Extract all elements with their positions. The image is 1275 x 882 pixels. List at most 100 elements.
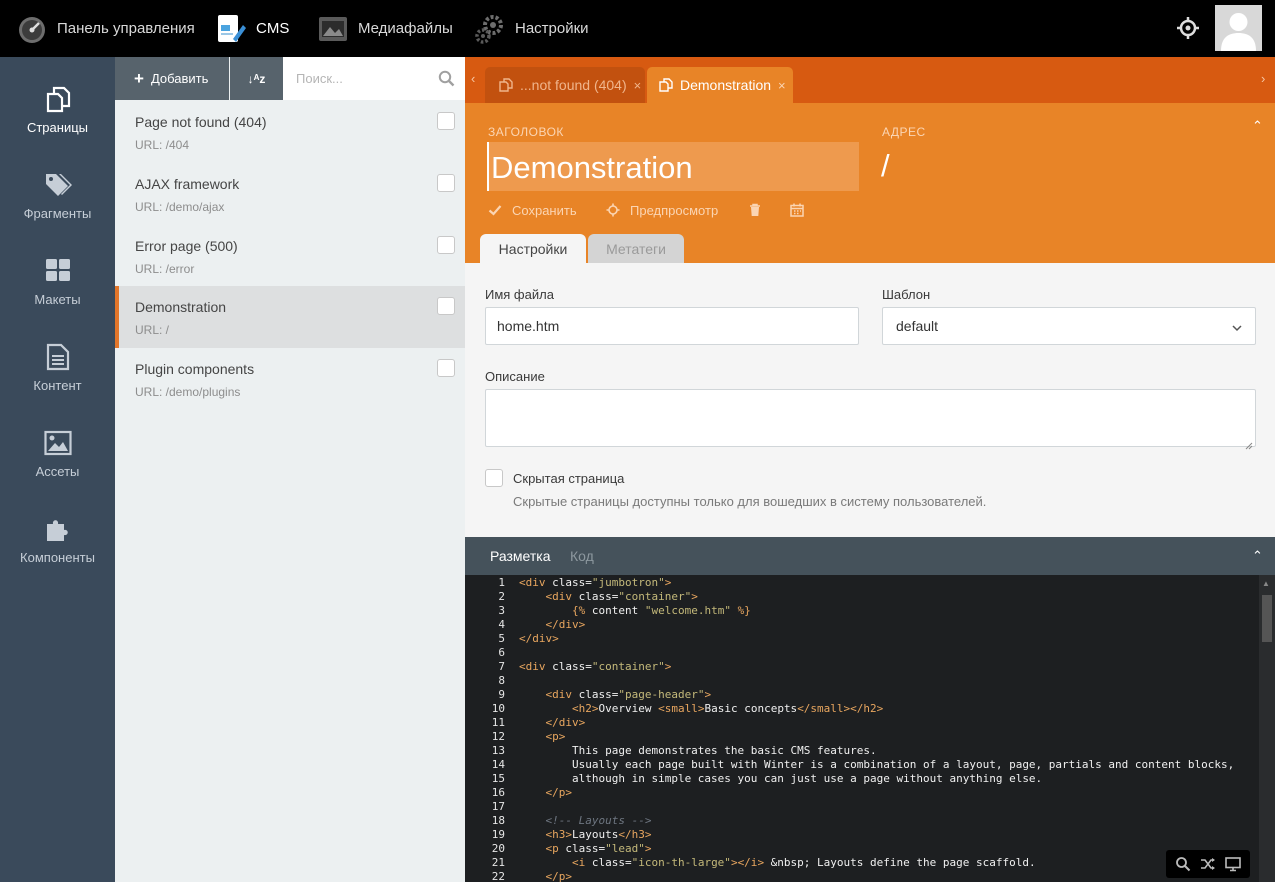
page-list-item-active[interactable]: Demonstration URL: / bbox=[115, 286, 465, 348]
shuffle-icon[interactable] bbox=[1200, 856, 1216, 872]
page-title: Demonstration bbox=[135, 299, 227, 315]
page-list-item[interactable]: Page not found (404) URL: /404 bbox=[115, 101, 465, 163]
sidebar-item-content[interactable]: Контент bbox=[0, 315, 115, 401]
puzzle-icon bbox=[43, 514, 73, 544]
sidebar-item-partials[interactable]: Фрагменты bbox=[0, 143, 115, 229]
layout-select-value: default bbox=[896, 318, 939, 334]
collapse-editor-icon[interactable]: ⌃ bbox=[1252, 548, 1263, 564]
code-line[interactable]: Usually each page built with Winter is a… bbox=[519, 758, 1234, 772]
fullscreen-icon[interactable] bbox=[1225, 856, 1242, 872]
layout-label: Шаблон bbox=[882, 287, 931, 302]
code-line[interactable]: <p class="lead"> bbox=[519, 842, 652, 856]
page-title: Error page (500) bbox=[135, 238, 238, 254]
hidden-page-label[interactable]: Скрытая страница bbox=[513, 471, 624, 486]
tab-code[interactable]: Код bbox=[570, 548, 594, 564]
line-number: 15 bbox=[491, 772, 505, 785]
tab-settings[interactable]: Настройки bbox=[480, 234, 586, 264]
page-url: URL: /404 bbox=[135, 138, 190, 152]
code-line[interactable]: <div class="container"> bbox=[519, 590, 698, 604]
preview-button[interactable]: Предпросмотр bbox=[606, 202, 718, 218]
code-editor[interactable]: 1 2 3 4 5 6 7 8 9 10 11 12 13 14 15 16 17 18 19 20 21 22 <div… bbox=[465, 575, 1275, 882]
layout-select[interactable]: default bbox=[882, 307, 1256, 345]
layouts-icon bbox=[43, 256, 73, 286]
page-select-checkbox[interactable] bbox=[437, 236, 455, 254]
code-line[interactable]: This page demonstrates the basic CMS fea… bbox=[519, 744, 877, 758]
code-line[interactable]: </div> bbox=[519, 632, 559, 646]
page-url: URL: /error bbox=[135, 262, 195, 276]
hidden-page-checkbox[interactable] bbox=[485, 469, 503, 487]
close-icon[interactable]: × bbox=[634, 78, 642, 93]
tab-page-404[interactable]: ...not found (404) × bbox=[485, 67, 645, 103]
description-textarea[interactable] bbox=[485, 389, 1256, 447]
user-avatar-icon[interactable] bbox=[1215, 5, 1262, 51]
nav-cms-label: CMS bbox=[256, 20, 290, 37]
delete-button[interactable] bbox=[748, 202, 772, 218]
sidebar-item-label: Контент bbox=[33, 378, 82, 393]
tab-page-demonstration[interactable]: Demonstration × bbox=[647, 67, 793, 103]
url-input[interactable]: / bbox=[881, 148, 890, 184]
tab-scroll-right-icon[interactable]: › bbox=[1261, 71, 1265, 86]
code-line[interactable]: <p> bbox=[519, 730, 566, 744]
code-line[interactable]: <!-- Layouts --> bbox=[519, 814, 651, 828]
code-line[interactable]: <div class="jumbotron"> bbox=[519, 576, 671, 590]
page-url: URL: /demo/plugins bbox=[135, 385, 241, 399]
sidebar-item-label: Компоненты bbox=[20, 550, 95, 565]
page-select-checkbox[interactable] bbox=[437, 112, 455, 130]
search-icon[interactable] bbox=[438, 70, 455, 87]
sort-button[interactable]: ↓ᴬz bbox=[230, 57, 283, 100]
code-line[interactable]: <i class="icon-th-large"></i> &nbsp; Lay… bbox=[519, 856, 1036, 870]
scroll-up-icon[interactable]: ▲ bbox=[1262, 579, 1270, 588]
tab-markup[interactable]: Разметка bbox=[490, 548, 551, 564]
code-line[interactable]: <div class="container"> bbox=[519, 660, 671, 674]
code-line[interactable]: </div> bbox=[519, 716, 586, 730]
tab-meta[interactable]: Метатеги bbox=[588, 234, 684, 264]
nav-settings[interactable]: Настройки bbox=[474, 0, 589, 57]
page-list-item[interactable]: Plugin components URL: /demo/plugins bbox=[115, 348, 465, 410]
code-line[interactable]: </p> bbox=[519, 870, 573, 882]
schedule-button[interactable] bbox=[790, 202, 814, 218]
page-list-item[interactable]: Error page (500) URL: /error bbox=[115, 225, 465, 287]
code-line[interactable]: <div class="page-header"> bbox=[519, 688, 712, 702]
code-line[interactable]: <h2>Overview <small>Basic concepts</smal… bbox=[519, 702, 883, 716]
sidebar-item-components[interactable]: Компоненты bbox=[0, 487, 115, 573]
line-number: 2 bbox=[498, 590, 505, 603]
code-line[interactable]: <h3>Layouts</h3> bbox=[519, 828, 652, 842]
save-button[interactable]: Сохранить bbox=[488, 202, 577, 218]
close-icon[interactable]: × bbox=[778, 78, 786, 93]
collapse-header-icon[interactable]: ⌃ bbox=[1252, 118, 1263, 134]
sidebar-item-assets[interactable]: Ассеты bbox=[0, 401, 115, 487]
content-icon bbox=[43, 342, 73, 372]
filename-input[interactable]: home.htm bbox=[485, 307, 859, 345]
line-number: 22 bbox=[491, 870, 505, 882]
search-icon[interactable] bbox=[1175, 856, 1191, 872]
line-number: 14 bbox=[491, 758, 505, 771]
code-line[interactable]: although in simple cases you can just us… bbox=[519, 772, 1042, 786]
line-number: 12 bbox=[491, 730, 505, 743]
nav-media[interactable]: Медиафайлы bbox=[317, 0, 453, 57]
page-select-checkbox[interactable] bbox=[437, 174, 455, 192]
code-line[interactable]: {% content "welcome.htm" %} bbox=[519, 604, 751, 618]
resize-grip-icon[interactable] bbox=[1245, 437, 1253, 450]
tab-label: ...not found (404) bbox=[520, 77, 627, 93]
code-line[interactable]: </p> bbox=[519, 786, 573, 800]
sidebar-item-layouts[interactable]: Макеты bbox=[0, 229, 115, 315]
page-url: URL: /demo/ajax bbox=[135, 200, 225, 214]
title-input[interactable]: Demonstration bbox=[487, 142, 859, 191]
line-number: 17 bbox=[491, 800, 505, 813]
chevron-down-icon bbox=[1231, 321, 1243, 333]
crosshair-icon[interactable] bbox=[1175, 15, 1201, 41]
add-page-button[interactable]: + Добавить bbox=[115, 57, 229, 100]
filename-label: Имя файла bbox=[485, 287, 554, 302]
page-list-item[interactable]: AJAX framework URL: /demo/ajax bbox=[115, 163, 465, 225]
code-line[interactable]: </div> bbox=[519, 618, 586, 632]
page-select-checkbox[interactable] bbox=[437, 359, 455, 377]
line-number-gutter: 1 2 3 4 5 6 7 8 9 10 11 12 13 14 15 16 17 18 19 20 21 22 bbox=[465, 575, 512, 882]
editor-scrollbar-thumb[interactable] bbox=[1262, 595, 1272, 642]
nav-cms[interactable]: CMS bbox=[215, 0, 289, 57]
page-select-checkbox[interactable] bbox=[437, 297, 455, 315]
tab-scroll-left-icon[interactable]: ‹ bbox=[471, 71, 475, 86]
nav-dashboard[interactable]: Панель управления bbox=[16, 0, 195, 57]
url-label: АДРЕС bbox=[882, 125, 926, 139]
sidebar-item-pages[interactable]: Страницы bbox=[0, 57, 115, 143]
search-input[interactable] bbox=[283, 57, 433, 100]
